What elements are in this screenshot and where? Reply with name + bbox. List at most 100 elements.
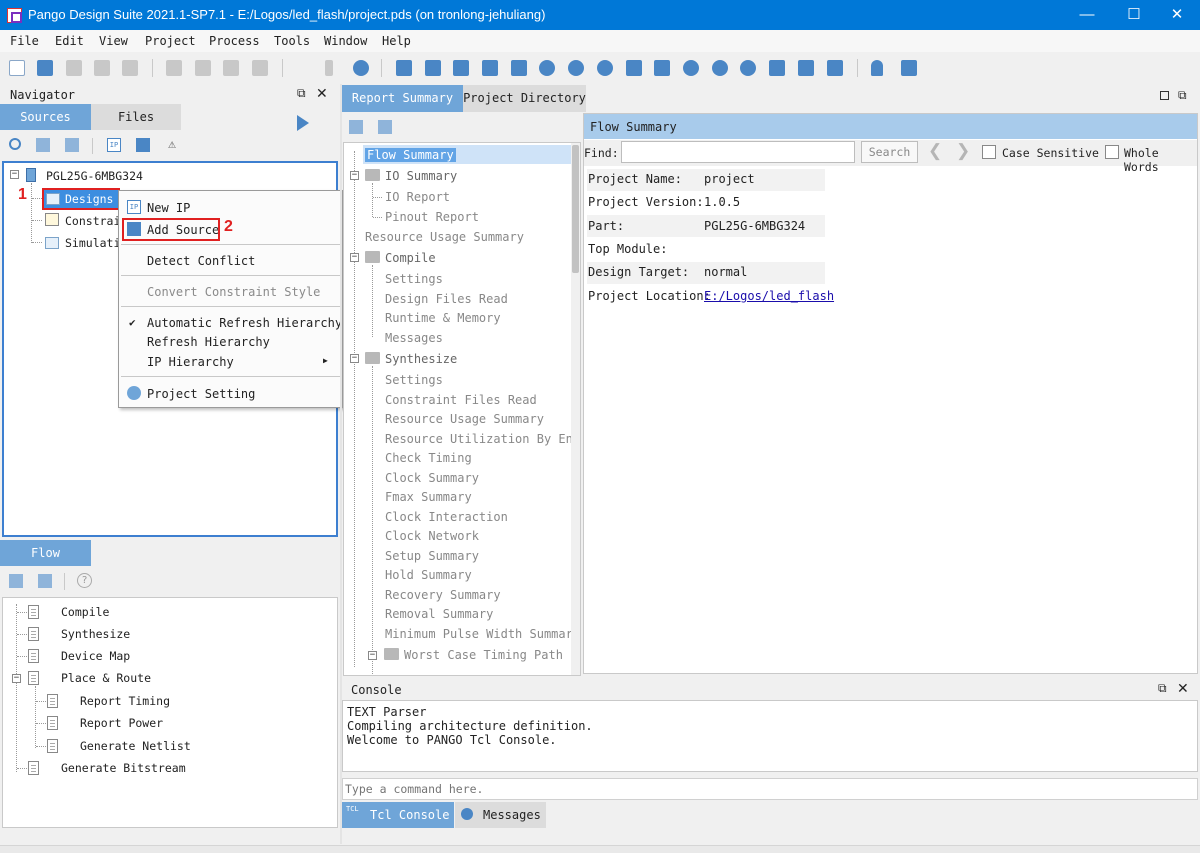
float-panel-icon[interactable]: ⧉ (1158, 681, 1167, 696)
debug-icon[interactable] (683, 60, 699, 76)
menu-item-refresh-hierarchy[interactable]: Refresh Hierarchy (147, 335, 270, 349)
search-button[interactable]: Search (861, 141, 918, 163)
float-panel-icon[interactable]: ⧉ (1178, 88, 1187, 103)
menu-item-project-setting[interactable]: Project Setting (147, 387, 255, 401)
tree-icon[interactable] (827, 60, 843, 76)
tab-messages[interactable]: Messages (455, 802, 546, 828)
float-panel-icon[interactable]: ⧉ (297, 86, 306, 101)
close-panel-icon[interactable]: ✕ (1177, 680, 1189, 697)
menu-process[interactable]: Process (209, 34, 260, 48)
flow-item-compile[interactable]: Compile (61, 605, 109, 619)
report-item-clock-interaction[interactable]: Clock Interaction (385, 510, 508, 524)
flow-item-report-timing[interactable]: Report Timing (80, 694, 170, 708)
report-item-removal-summary[interactable]: Removal Summary (385, 607, 493, 621)
tab-sources[interactable]: Sources (0, 104, 91, 130)
report-item-clock-network[interactable]: Clock Network (385, 529, 479, 543)
menu-view[interactable]: View (99, 34, 128, 48)
tab-tcl-console[interactable]: TCL Tcl Console (342, 802, 454, 828)
timing-icon[interactable] (597, 60, 613, 76)
floorplan-icon[interactable] (626, 60, 642, 76)
flow-item-synthesize[interactable]: Synthesize (61, 627, 130, 641)
pause-icon[interactable] (325, 60, 333, 76)
report-item-io-summary[interactable]: IO Summary (385, 169, 457, 183)
flow-item-device-map[interactable]: Device Map (61, 649, 130, 663)
find-input[interactable] (621, 141, 855, 163)
collapse-root-icon[interactable]: − (10, 170, 19, 179)
find-icon[interactable] (252, 60, 268, 76)
new-file-icon[interactable] (9, 60, 25, 76)
report-item-synth-resource-usage[interactable]: Resource Usage Summary (385, 412, 544, 426)
menu-item-automatic-refresh-hierarchy[interactable]: Automatic Refresh Hierarchy (147, 316, 342, 330)
report-item-hold-summary[interactable]: Hold Summary (385, 568, 472, 582)
save-icon[interactable] (66, 60, 82, 76)
tab-report-summary[interactable]: Report Summary (342, 85, 463, 112)
menu-tools[interactable]: Tools (274, 34, 310, 48)
menu-item-detect-conflict[interactable]: Detect Conflict (147, 254, 255, 268)
menu-file[interactable]: File (10, 34, 39, 48)
report-item-synth-settings[interactable]: Settings (385, 373, 443, 387)
report-icon[interactable] (425, 60, 441, 76)
collapse-all-icon[interactable] (38, 574, 52, 588)
project-location-link[interactable]: E:/Logos/led_flash (704, 289, 834, 303)
calculator-icon[interactable] (511, 60, 527, 76)
report-item-design-files-read[interactable]: Design Files Read (385, 292, 508, 306)
report-item-synthesize[interactable]: Synthesize (385, 352, 457, 366)
report-item-pinout-report[interactable]: Pinout Report (385, 210, 479, 224)
flow-item-generate-netlist[interactable]: Generate Netlist (80, 739, 191, 753)
menu-help[interactable]: Help (382, 34, 411, 48)
close-panel-icon[interactable]: ✕ (316, 85, 328, 102)
waveform-icon[interactable] (769, 60, 785, 76)
collapse-io-summary-icon[interactable]: − (350, 171, 359, 180)
paste-icon[interactable] (223, 60, 239, 76)
menu-project[interactable]: Project (145, 34, 196, 48)
menu-window[interactable]: Window (324, 34, 367, 48)
report-item-io-report[interactable]: IO Report (385, 190, 450, 204)
report-item-compile[interactable]: Compile (385, 251, 436, 265)
grid-icon[interactable] (453, 60, 469, 76)
settings-gear-icon[interactable] (353, 60, 369, 76)
close-window-button[interactable]: ✕ (1154, 0, 1200, 30)
open-folder-icon[interactable] (37, 60, 53, 76)
report-item-compile-settings[interactable]: Settings (385, 272, 443, 286)
tcl-command-input[interactable] (342, 778, 1198, 800)
report-item-resource-utilization[interactable]: Resource Utilization By Ent… (385, 432, 580, 446)
report-item-recovery-summary[interactable]: Recovery Summary (385, 588, 501, 602)
collapse-all-icon[interactable] (65, 138, 79, 152)
edit-report-icon[interactable] (396, 60, 412, 76)
next-match-icon[interactable]: ❯ (956, 141, 970, 161)
collapse-place-route-icon[interactable]: − (12, 674, 21, 683)
report-item-worst-case-timing-path[interactable]: Worst Case Timing Path (404, 648, 563, 662)
tab-project-directory[interactable]: Project Directory (463, 85, 586, 112)
report-item-check-timing[interactable]: Check Timing (385, 451, 472, 465)
report-item-fmax-summary[interactable]: Fmax Summary (385, 490, 472, 504)
add-source-icon[interactable] (136, 138, 150, 152)
menu-edit[interactable]: Edit (55, 34, 84, 48)
device-root-label[interactable]: PGL25G-6MBG324 (46, 169, 143, 183)
expand-all-icon[interactable] (36, 138, 50, 152)
download-icon[interactable] (712, 60, 728, 76)
expand-all-icon[interactable] (349, 120, 363, 134)
clock-icon[interactable] (568, 60, 584, 76)
maximize-panel-icon[interactable] (1160, 91, 1169, 100)
report-item-runtime-memory[interactable]: Runtime & Memory (385, 311, 501, 325)
case-sensitive-checkbox[interactable] (982, 145, 996, 159)
ip-icon[interactable] (740, 60, 756, 76)
report-item-flow-summary[interactable]: Flow Summary (365, 148, 456, 162)
cut-icon[interactable] (166, 60, 182, 76)
menu-item-new-ip[interactable]: New IP (147, 201, 190, 215)
save-as-icon[interactable] (94, 60, 110, 76)
search-icon[interactable] (9, 138, 21, 150)
save-all-icon[interactable] (122, 60, 138, 76)
copy-icon[interactable] (195, 60, 211, 76)
report-item-min-pulse-width[interactable]: Minimum Pulse Width Summary (385, 627, 580, 641)
report-item-resource-usage-summary[interactable]: Resource Usage Summary (365, 230, 524, 244)
collapse-synthesize-icon[interactable]: − (350, 354, 359, 363)
tab-files[interactable]: Files (91, 104, 181, 130)
hierarchy-icon[interactable] (482, 60, 498, 76)
report-item-constraint-files-read[interactable]: Constraint Files Read (385, 393, 537, 407)
flow-item-place-route[interactable]: Place & Route (61, 671, 151, 685)
new-ip-icon[interactable]: IP (107, 138, 121, 152)
collapse-compile-icon[interactable]: − (350, 253, 359, 262)
collapse-worst-case-icon[interactable]: − (368, 651, 377, 660)
chip-icon[interactable] (654, 60, 670, 76)
